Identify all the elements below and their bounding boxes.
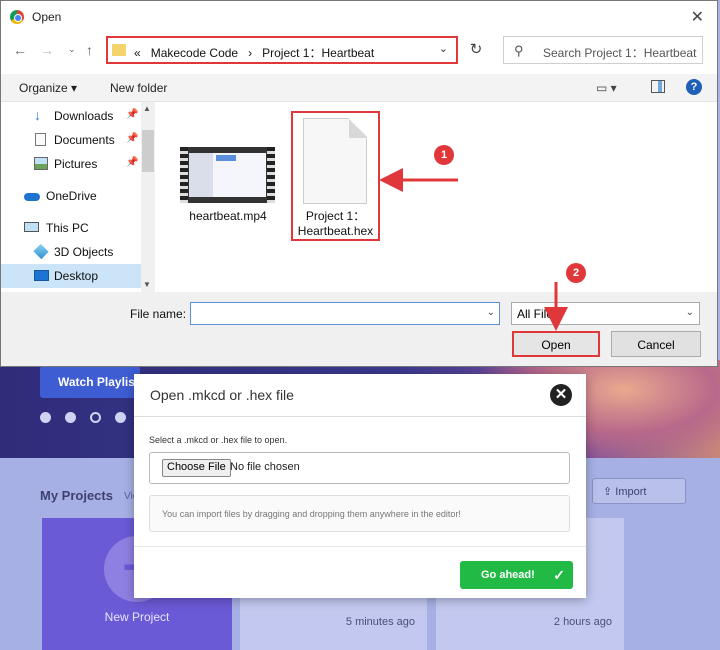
go-ahead-button[interactable]: Go ahead! ✓	[460, 561, 573, 589]
back-arrow-icon[interactable]: ←	[13, 42, 27, 58]
dialog-title: Open	[32, 10, 62, 24]
import-button[interactable]: ⇪ Import	[592, 478, 686, 504]
file-type-select[interactable]: All File ⌄	[511, 302, 700, 325]
go-ahead-label: Go ahead!	[481, 569, 535, 581]
close-icon[interactable]: ✕	[550, 384, 572, 406]
chevron-down-icon[interactable]: ⌄	[439, 42, 448, 55]
nav-item-label: Pictures	[54, 157, 98, 171]
navigation-pane: ↓ Downloads 📌 Documents 📌 Pictures 📌 One…	[1, 102, 155, 292]
watch-playlist-button[interactable]: Watch Playlist	[40, 366, 140, 398]
nav-item-label: 3D Objects	[54, 245, 114, 259]
file-name[interactable]: heartbeat.mp4	[176, 209, 280, 223]
nav-item-label: Desktop	[54, 269, 99, 283]
breadcrumb: « Makecode Code › Project 1：Heartbeat	[134, 44, 374, 61]
nav-item-onedrive[interactable]: OneDrive	[1, 184, 141, 208]
highlight-box	[291, 111, 380, 241]
breadcrumb-item[interactable]: Makecode Code	[151, 46, 238, 60]
open-button[interactable]: Open	[512, 331, 600, 357]
pictures-icon	[34, 157, 48, 170]
film-strip-edge	[180, 147, 188, 203]
dialog-titlebar: Open ✕	[1, 1, 717, 33]
chrome-logo-icon	[10, 10, 24, 24]
nav-item-documents[interactable]: Documents 📌	[1, 128, 141, 152]
import-dialog: Open .mkcd or .hex file ✕ Select a .mkcd…	[134, 374, 586, 598]
check-icon: ✓	[553, 567, 565, 583]
nav-scrollbar[interactable]: ▲ ▼	[141, 102, 155, 292]
new-folder-button[interactable]: New folder	[110, 81, 167, 95]
step-badge-1: 1	[434, 145, 454, 165]
step-badge-2: 2	[566, 263, 586, 283]
file-name-label: File name:	[130, 307, 187, 321]
pin-icon[interactable]: 📌	[126, 109, 138, 120]
project-card-time: 5 minutes ago	[345, 616, 415, 628]
choose-file-button[interactable]: Choose File	[162, 459, 231, 477]
import-hint: Select a .mkcd or .hex file to open.	[149, 435, 288, 445]
file-name-field[interactable]: ⌄	[190, 302, 500, 325]
cancel-button[interactable]: Cancel	[611, 331, 701, 357]
address-bar[interactable]: « Makecode Code › Project 1：Heartbeat ⌄	[106, 36, 458, 64]
carousel-dot-active[interactable]	[90, 412, 101, 423]
scroll-up-icon[interactable]: ▲	[143, 104, 151, 113]
import-label: Import	[615, 486, 647, 498]
nav-item-pictures[interactable]: Pictures 📌	[1, 152, 141, 176]
pin-icon[interactable]: 📌	[126, 157, 138, 168]
video-preview	[189, 153, 266, 197]
search-placeholder: Search Project 1：Heartbeat	[543, 46, 697, 60]
breadcrumb-separator: ›	[248, 46, 253, 60]
new-project-label: New Project	[104, 610, 170, 624]
import-dialog-title: Open .mkcd or .hex file	[134, 374, 586, 417]
search-icon: ⚲	[514, 43, 524, 58]
breadcrumb-item[interactable]: Project 1：Heartbeat	[262, 46, 374, 60]
nav-item-3d-objects[interactable]: 3D Objects	[1, 240, 141, 264]
nav-item-label: This PC	[46, 221, 89, 235]
file-type-value: All File	[517, 307, 554, 321]
scroll-thumb[interactable]	[142, 130, 154, 172]
file-input[interactable]: Choose File No file chosen	[149, 452, 570, 484]
folder-icon	[112, 44, 126, 56]
file-list-scrollbar[interactable]	[704, 102, 717, 292]
organize-menu[interactable]: Organize ▾	[19, 81, 77, 95]
download-icon: ↓	[34, 107, 41, 123]
breadcrumb-overflow[interactable]: «	[134, 46, 141, 60]
refresh-icon[interactable]: ↻	[463, 36, 489, 64]
drop-hint: You can import files by dragging and dro…	[149, 495, 570, 532]
nav-item-label: Documents	[54, 133, 115, 147]
pin-icon[interactable]: 📌	[126, 133, 138, 144]
forward-arrow-icon[interactable]: →	[40, 42, 54, 58]
nav-item-downloads[interactable]: ↓ Downloads 📌	[1, 104, 141, 128]
view-options-icon[interactable]: ▭ ▾	[596, 81, 617, 95]
no-file-text: No file chosen	[230, 461, 300, 473]
nav-item-desktop[interactable]: Desktop	[1, 264, 141, 288]
chevron-down-icon: ⌄	[685, 307, 694, 318]
dialog-footer-divider	[134, 546, 586, 547]
nav-item-this-pc[interactable]: This PC	[1, 216, 141, 240]
recent-locations-icon[interactable]: ⌄	[68, 44, 76, 55]
video-thumbnail[interactable]	[180, 147, 275, 203]
carousel-dot[interactable]	[115, 412, 126, 423]
chevron-down-icon[interactable]: ⌄	[487, 307, 495, 318]
dialog-toolbar: Organize ▾ New folder ▭ ▾ ?	[1, 74, 717, 102]
film-strip-edge	[267, 147, 275, 203]
preview-pane-icon[interactable]	[651, 80, 665, 93]
scroll-down-icon[interactable]: ▼	[143, 280, 151, 289]
desktop-icon	[34, 270, 49, 281]
project-card-time: 2 hours ago	[553, 616, 612, 628]
cube-icon	[33, 243, 49, 260]
nav-item-label: OneDrive	[46, 189, 97, 203]
carousel-dots	[40, 412, 126, 423]
documents-icon	[35, 133, 46, 146]
computer-icon	[24, 222, 39, 232]
close-icon[interactable]: ✕	[691, 7, 704, 27]
nav-item-label: Downloads	[54, 109, 114, 123]
up-arrow-icon[interactable]: ↑	[86, 42, 93, 58]
cloud-icon	[24, 193, 40, 201]
carousel-dot[interactable]	[65, 412, 76, 423]
my-projects-heading: My Projects	[40, 488, 113, 503]
search-input[interactable]: ⚲ Search Project 1：Heartbeat	[503, 36, 703, 64]
help-icon[interactable]: ?	[686, 79, 702, 95]
carousel-dot[interactable]	[40, 412, 51, 423]
